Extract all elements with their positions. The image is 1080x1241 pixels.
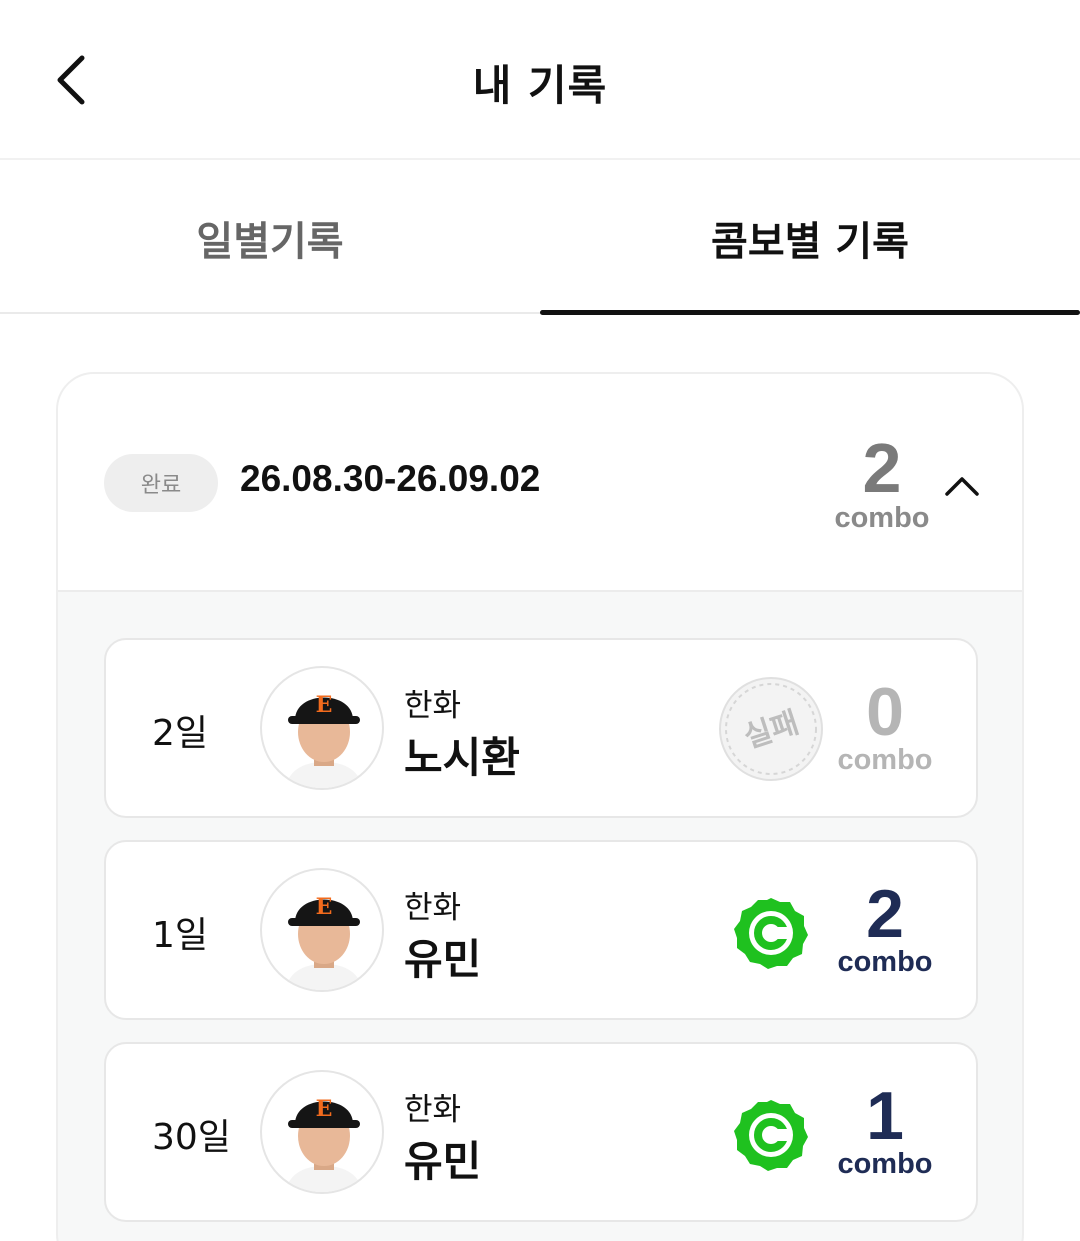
active-tab-indicator bbox=[540, 310, 1080, 315]
row-combo-count: 2 bbox=[866, 876, 904, 952]
page-title: 내 기록 bbox=[472, 61, 608, 110]
row-combo-label: combo bbox=[837, 946, 933, 978]
player-name: 유민 bbox=[404, 935, 482, 984]
fail-stamp-icon: 실패 bbox=[718, 676, 824, 782]
combo-success-icon bbox=[718, 878, 824, 984]
pick-day: 1일 bbox=[152, 915, 209, 956]
chevron-up-icon bbox=[945, 477, 979, 496]
combo-card-header[interactable]: 완료 26.08.30-26.09.02 2 combo bbox=[58, 374, 1022, 592]
svg-text:E: E bbox=[316, 1096, 333, 1122]
combo-date-range: 26.08.30-26.09.02 bbox=[240, 458, 541, 499]
total-combo-label: combo bbox=[834, 502, 930, 534]
collapse-button[interactable] bbox=[940, 466, 984, 506]
player-avatar: E bbox=[260, 868, 384, 992]
team-name: 한화 bbox=[404, 1092, 462, 1128]
pick-day: 2일 bbox=[152, 713, 209, 754]
svg-text:E: E bbox=[316, 894, 333, 920]
daily-pick-row[interactable]: 30일 E 한화 유민 1 combo bbox=[104, 1042, 978, 1222]
player-name: 유민 bbox=[404, 1137, 482, 1186]
combo-record-card: 완료 26.08.30-26.09.02 2 combo 2일 E 한화 노시환 bbox=[56, 372, 1024, 1241]
player-avatar: E bbox=[260, 666, 384, 790]
pick-day: 30일 bbox=[152, 1117, 231, 1158]
team-name: 한화 bbox=[404, 688, 462, 724]
team-name: 한화 bbox=[404, 890, 462, 926]
combo-success-icon bbox=[718, 1080, 824, 1186]
player-avatar: E bbox=[260, 1070, 384, 1194]
player-name: 노시환 bbox=[404, 733, 520, 782]
svg-text:E: E bbox=[316, 692, 333, 718]
row-combo-label: combo bbox=[837, 744, 933, 776]
tab-daily-record[interactable]: 일별기록 bbox=[0, 162, 540, 314]
tab-combo-record[interactable]: 콤보별 기록 bbox=[540, 162, 1080, 314]
total-combo-count: 2 bbox=[862, 429, 902, 507]
daily-pick-row[interactable]: 2일 E 한화 노시환 실패 0 combo bbox=[104, 638, 978, 818]
record-tabs: 일별기록 콤보별 기록 bbox=[0, 162, 1080, 315]
row-combo-count: 0 bbox=[866, 674, 904, 750]
row-combo-label: combo bbox=[837, 1148, 933, 1180]
daily-pick-row[interactable]: 1일 E 한화 유민 2 combo bbox=[104, 840, 978, 1020]
status-badge: 완료 bbox=[104, 454, 218, 512]
row-combo-count: 1 bbox=[866, 1078, 904, 1154]
app-header: 내 기록 bbox=[0, 0, 1080, 160]
